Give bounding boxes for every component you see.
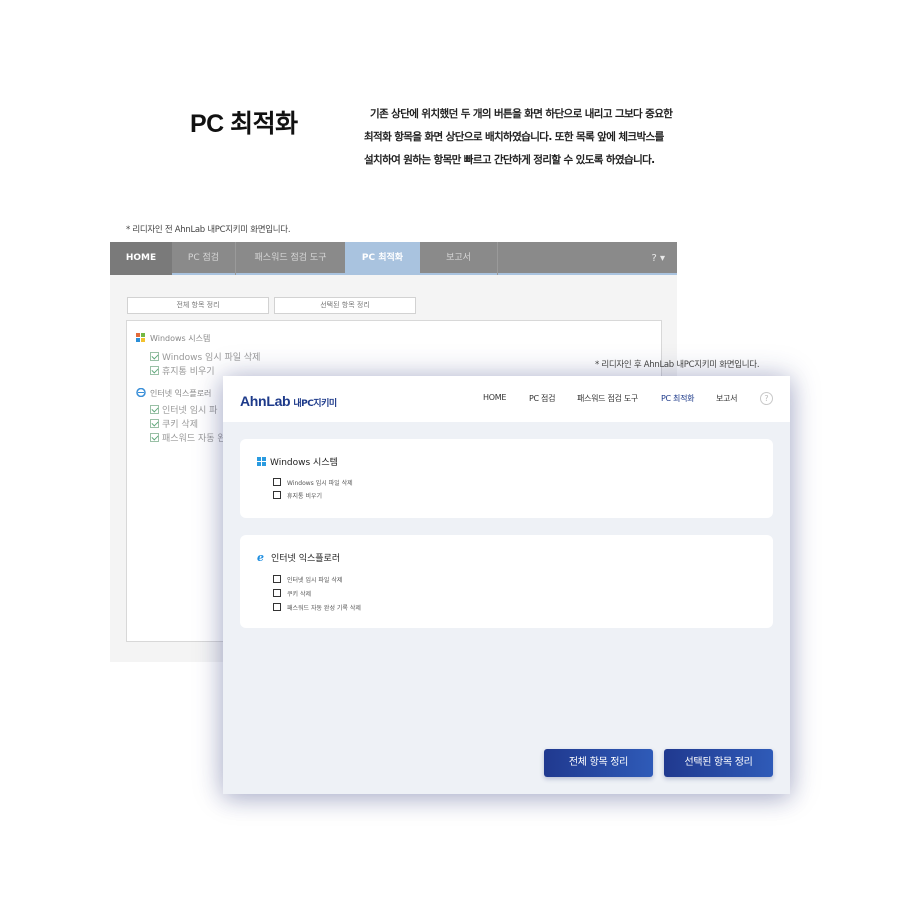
- old-item-checkbox[interactable]: 패스워드 자동 완: [150, 431, 226, 444]
- before-caption: * 리디자인 전 AhnLab 내PC지키미 화면입니다.: [126, 225, 291, 235]
- card-item[interactable]: 쿠키 삭제: [273, 589, 311, 598]
- card-item[interactable]: 패스워드 자동 완성 기록 삭제: [273, 603, 361, 612]
- checkbox[interactable]: [273, 478, 281, 486]
- checkbox[interactable]: [273, 575, 281, 583]
- old-item-checkbox[interactable]: 쿠키 삭제: [150, 417, 198, 430]
- card-title: Windows 시스템: [257, 455, 338, 468]
- old-item-label: 패스워드 자동 완: [162, 434, 226, 444]
- checkbox-icon[interactable]: [150, 419, 159, 428]
- checkbox-icon[interactable]: [150, 405, 159, 414]
- card-item-label: 휴지통 비우기: [287, 493, 323, 500]
- nav-home[interactable]: HOME: [483, 393, 506, 402]
- old-group-title: Windows 시스템: [150, 334, 211, 343]
- checkbox[interactable]: [273, 603, 281, 611]
- old-group-title: 인터넷 익스플로러: [150, 389, 212, 398]
- old-item-label: 인터넷 임시 파: [162, 406, 218, 416]
- card-title-text: Windows 시스템: [270, 458, 338, 468]
- card-item-label: 패스워드 자동 완성 기록 삭제: [287, 605, 361, 612]
- card-item-label: 인터넷 임시 파일 삭제: [287, 577, 343, 584]
- brand: AhnLab 내PC지키미: [240, 391, 337, 410]
- card-title: e 인터넷 익스플로러: [257, 551, 340, 564]
- internet-explorer-card: e 인터넷 익스플로러 인터넷 임시 파일 삭제 쿠키 삭제 패스워드 자동 완성…: [240, 535, 773, 628]
- card-item[interactable]: 휴지통 비우기: [273, 491, 322, 500]
- old-help-icon[interactable]: ? ▾: [651, 242, 665, 275]
- ie-icon: [136, 387, 146, 398]
- nav-password-tool[interactable]: 패스워드 점검 도구: [577, 393, 638, 404]
- old-tab-password-tool[interactable]: 패스워드 점검 도구: [236, 242, 345, 275]
- card-item[interactable]: Windows 임시 파일 삭제: [273, 478, 353, 487]
- old-tab-report[interactable]: 보고서: [420, 242, 498, 275]
- old-tab-pc-optimize[interactable]: PC 최적화: [345, 242, 420, 275]
- old-clean-all-button[interactable]: 전체 항목 정리: [127, 297, 269, 314]
- after-caption: * 리디자인 후 AhnLab 내PC지키미 화면입니다.: [595, 360, 760, 370]
- nav-pc-optimize[interactable]: PC 최적화: [661, 393, 695, 404]
- old-clean-selected-button[interactable]: 선택된 항목 정리: [274, 297, 416, 314]
- new-navbar: AhnLab 내PC지키미 HOME PC 점검 패스워드 점검 도구 PC 최적…: [223, 376, 790, 422]
- old-item-label: 휴지통 비우기: [162, 367, 215, 377]
- clean-all-button[interactable]: 전체 항목 정리: [544, 749, 653, 777]
- checkbox[interactable]: [273, 491, 281, 499]
- card-title-text: 인터넷 익스플로러: [271, 554, 341, 564]
- card-item-label: Windows 임시 파일 삭제: [287, 480, 353, 487]
- old-group-ie: 인터넷 익스플로러: [136, 387, 212, 399]
- card-item[interactable]: 인터넷 임시 파일 삭제: [273, 575, 342, 584]
- card-item-label: 쿠키 삭제: [287, 591, 311, 598]
- clean-selected-button[interactable]: 선택된 항목 정리: [664, 749, 773, 777]
- ie-icon: e: [257, 551, 264, 564]
- old-item-label: Windows 임시 파일 삭제: [162, 353, 261, 363]
- page-title: PC 최적화: [190, 110, 298, 138]
- old-item-checkbox[interactable]: 휴지통 비우기: [150, 364, 215, 377]
- description-line: 설치하여 원하는 항목만 빠르고 간단하게 정리할 수 있도록 하였습니다.: [364, 154, 655, 166]
- old-item-checkbox[interactable]: Windows 임시 파일 삭제: [150, 350, 260, 363]
- old-item-checkbox[interactable]: 인터넷 임시 파: [150, 403, 217, 416]
- checkbox[interactable]: [273, 589, 281, 597]
- nav-pc-check[interactable]: PC 점검: [529, 393, 555, 404]
- help-icon[interactable]: ?: [760, 392, 773, 405]
- ahnlab-logo: AhnLab: [240, 393, 291, 409]
- description: 기존 상단에 위치했던 두 개의 버튼을 화면 하단으로 내리고 그보다 중요한…: [364, 103, 724, 172]
- old-item-label: 쿠키 삭제: [162, 420, 198, 430]
- old-navbar: HOME PC 점검 패스워드 점검 도구 PC 최적화 보고서 ? ▾: [110, 242, 677, 275]
- checkbox-icon[interactable]: [150, 352, 159, 361]
- checkbox-icon[interactable]: [150, 366, 159, 375]
- windows-system-card: Windows 시스템 Windows 임시 파일 삭제 휴지통 비우기: [240, 439, 773, 518]
- old-tab-home[interactable]: HOME: [110, 242, 172, 275]
- description-line: 최적화 항목을 화면 상단으로 배치하였습니다. 또한 목록 앞에 체크박스를: [364, 131, 664, 143]
- nav-report[interactable]: 보고서: [716, 393, 737, 404]
- windows-icon: [257, 457, 266, 466]
- product-name: 내PC지키미: [293, 399, 337, 409]
- windows-flag-icon: [136, 333, 146, 342]
- old-tab-pc-check[interactable]: PC 점검: [172, 242, 236, 275]
- old-group-windows: Windows 시스템: [136, 333, 210, 344]
- checkbox-icon[interactable]: [150, 433, 159, 442]
- new-app-window: AhnLab 내PC지키미 HOME PC 점검 패스워드 점검 도구 PC 최적…: [223, 376, 790, 794]
- description-line: 기존 상단에 위치했던 두 개의 버튼을 화면 하단으로 내리고 그보다 중요한: [370, 108, 673, 120]
